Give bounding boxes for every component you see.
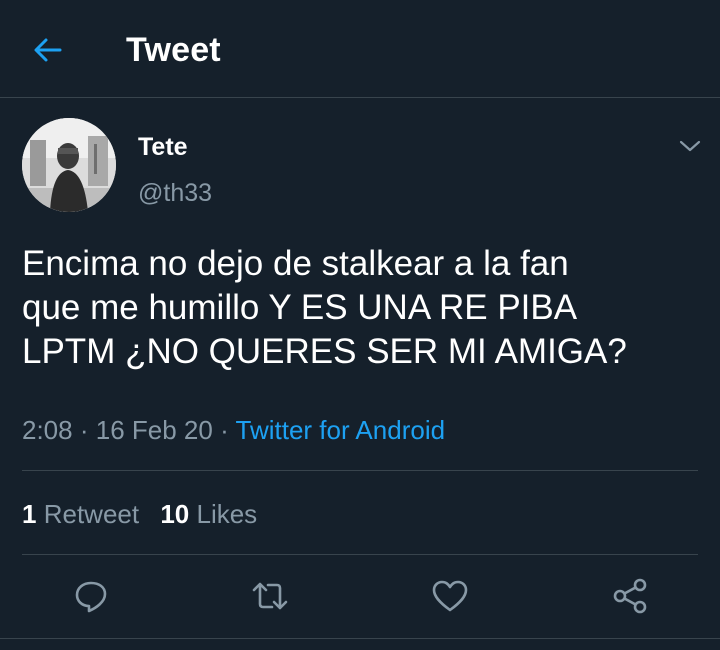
chevron-down-icon xyxy=(679,140,701,152)
top-bar: Tweet xyxy=(0,0,720,98)
tweet-source-link[interactable]: Twitter for Android xyxy=(236,415,446,445)
like-button[interactable] xyxy=(430,576,470,616)
page-title: Tweet xyxy=(126,31,221,69)
retweet-icon xyxy=(252,582,288,610)
likes-label: Likes xyxy=(196,499,258,529)
tweet-detail-screen: Tweet Tete @th33 Encima no dejo de stalk… xyxy=(0,0,720,650)
likes-count: 10 xyxy=(160,499,190,529)
avatar-photo xyxy=(22,118,116,212)
retweet-button[interactable] xyxy=(250,576,290,616)
retweets-stat[interactable]: 1 Retweet xyxy=(22,499,146,529)
avatar[interactable] xyxy=(22,118,116,212)
likes-stat[interactable]: 10 Likes xyxy=(160,499,257,529)
divider xyxy=(22,554,698,555)
tweet-text: Encima no dejo de stalkear a la fan que … xyxy=(22,244,627,371)
reply-icon xyxy=(75,581,107,613)
share-icon xyxy=(613,578,647,614)
retweets-count: 1 xyxy=(22,499,37,529)
back-button[interactable] xyxy=(22,26,74,74)
author-handle[interactable]: @th33 xyxy=(138,178,212,208)
share-button[interactable] xyxy=(610,576,650,616)
tweet-meta: 2:08 · 16 Feb 20 · Twitter for Android xyxy=(22,413,445,447)
retweets-label: Retweet xyxy=(43,499,140,529)
tweet-date: 16 Feb 20 xyxy=(95,415,213,445)
reply-button[interactable] xyxy=(71,576,111,616)
divider xyxy=(0,638,720,639)
tweet-time: 2:08 xyxy=(22,415,73,445)
arrow-left-icon xyxy=(34,38,62,62)
author-display-name[interactable]: Tete xyxy=(138,132,188,162)
like-icon xyxy=(432,580,468,612)
tweet-options-button[interactable] xyxy=(672,132,708,160)
divider xyxy=(22,470,698,471)
meta-separator: · xyxy=(220,415,229,445)
meta-separator: · xyxy=(79,415,89,445)
tweet-stats: 1 Retweet 10 Likes xyxy=(22,497,257,531)
